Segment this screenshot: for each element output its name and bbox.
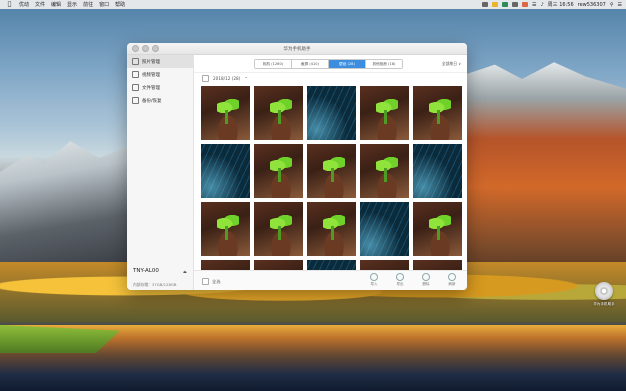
- date-group-checkbox[interactable]: [202, 75, 209, 82]
- sidebar-item-label: 照片管理: [142, 59, 160, 65]
- select-all-checkbox[interactable]: [202, 278, 209, 285]
- photo-thumbnail[interactable]: [254, 144, 303, 198]
- menu-item-file[interactable]: 文件: [35, 1, 45, 8]
- tray-notify-icon[interactable]: [521, 2, 528, 7]
- tray-sync-icon[interactable]: [491, 2, 498, 7]
- photo-thumbnail[interactable]: [254, 86, 303, 140]
- video-icon: [132, 71, 139, 78]
- tray-app-icon[interactable]: [481, 2, 488, 7]
- desktop-app-icon[interactable]: 华为手机助手: [592, 282, 616, 307]
- photo-thumbnail[interactable]: [307, 202, 356, 256]
- sidebar-item-label: 视频管理: [142, 72, 160, 78]
- date-group-header: 2018/12 (28) ⌃: [202, 75, 248, 82]
- refresh-icon: [448, 273, 456, 281]
- album-tabs: 相机 (1260) 截屏 (410) 壁纸 (28) 其他相册 (18): [254, 59, 403, 69]
- import-icon: [370, 273, 378, 281]
- menu-app-name[interactable]: 优动: [19, 1, 29, 8]
- menu-item-help[interactable]: 帮助: [115, 1, 125, 8]
- photo-thumbnail[interactable]: [201, 144, 250, 198]
- wifi-icon[interactable]: ☰: [532, 2, 536, 8]
- select-all[interactable]: 全选: [202, 278, 220, 285]
- mountain-right: [466, 62, 626, 295]
- chevron-up-icon[interactable]: ⌃: [244, 76, 248, 81]
- backup-icon: [132, 97, 139, 104]
- tray-phone-icon[interactable]: [501, 2, 508, 7]
- photo-thumbnail[interactable]: [201, 202, 250, 256]
- storage-value: 37GB/128GB: [151, 282, 177, 287]
- tab-wallpapers[interactable]: 壁纸 (28): [329, 60, 366, 68]
- photo-thumbnail[interactable]: [201, 86, 250, 140]
- delete-label: 删除: [422, 282, 430, 286]
- storage-info: 内部存储：37GB/128GB: [133, 282, 176, 288]
- search-icon[interactable]: ⚲: [610, 2, 614, 8]
- eject-icon[interactable]: ⏏: [183, 269, 187, 274]
- photo-thumbnail[interactable]: [413, 144, 462, 198]
- user-name[interactable]: rew536307: [578, 2, 606, 8]
- device-name[interactable]: TNY-AL00: [133, 268, 159, 274]
- menu-item-window[interactable]: 窗口: [99, 1, 109, 8]
- photo-grid: [201, 86, 462, 290]
- delete-icon: [422, 273, 430, 281]
- menu-bar:  优动 文件 编辑 显示 前往 窗口 帮助 ☰ ♪ 周三 16:56 rew5…: [0, 0, 626, 9]
- menu-item-view[interactable]: 显示: [67, 1, 77, 8]
- window-title: 华为手机助手: [283, 46, 311, 52]
- tab-screenshots[interactable]: 截屏 (410): [292, 60, 329, 68]
- import-button[interactable]: 导入: [365, 273, 383, 287]
- tab-other-albums[interactable]: 其他相册 (18): [366, 60, 402, 68]
- refresh-label: 刷新: [448, 282, 456, 286]
- tabs-row: 相机 (1260) 截屏 (410) 壁纸 (28) 其他相册 (18) 全部按…: [194, 55, 467, 73]
- select-all-label: 全选: [212, 278, 221, 284]
- menu-item-edit[interactable]: 编辑: [51, 1, 61, 8]
- sidebar-item-videos[interactable]: 视频管理: [127, 68, 193, 81]
- clock-text[interactable]: 周三 16:56: [548, 1, 574, 8]
- photo-thumbnail[interactable]: [307, 86, 356, 140]
- bottom-toolbar: 全选 导入 导出 删除 刷新: [194, 270, 467, 290]
- folder-icon: [132, 84, 139, 91]
- delete-button[interactable]: 删除: [417, 273, 435, 287]
- sidebar-item-files[interactable]: 文件管理: [127, 81, 193, 94]
- photo-thumbnail[interactable]: [360, 202, 409, 256]
- tray-clipboard-icon[interactable]: [511, 2, 518, 7]
- desktop-icon-label: 华为手机助手: [593, 302, 615, 306]
- export-button[interactable]: 导出: [391, 273, 409, 287]
- apple-icon[interactable]: : [6, 1, 13, 8]
- export-label: 导出: [396, 282, 404, 286]
- photo-icon: [132, 58, 139, 65]
- sidebar-item-photos[interactable]: 照片管理: [127, 55, 193, 68]
- sidebar: 照片管理 视频管理 文件管理 备份/恢复 TNY-AL00 ⏏ 内部存储：37G…: [127, 55, 194, 290]
- menu-item-go[interactable]: 前往: [83, 1, 93, 8]
- action-buttons: 导入 导出 删除 刷新: [365, 273, 461, 287]
- volume-icon[interactable]: ♪: [540, 2, 543, 8]
- sidebar-item-backup[interactable]: 备份/恢复: [127, 94, 193, 107]
- sort-dropdown[interactable]: 全部按日 ∨: [442, 61, 461, 67]
- list-icon[interactable]: ☰: [618, 2, 622, 8]
- main-panel: 相机 (1260) 截屏 (410) 壁纸 (28) 其他相册 (18) 全部按…: [194, 55, 467, 290]
- export-icon: [396, 273, 404, 281]
- storage-label: 内部存储：: [133, 282, 152, 287]
- sidebar-item-label: 备份/恢复: [142, 98, 162, 104]
- photo-thumbnail[interactable]: [360, 144, 409, 198]
- title-bar: 华为手机助手: [127, 43, 467, 55]
- photo-thumbnail[interactable]: [307, 144, 356, 198]
- photo-thumbnail[interactable]: [254, 202, 303, 256]
- sidebar-item-label: 文件管理: [142, 85, 160, 91]
- photo-thumbnail[interactable]: [360, 86, 409, 140]
- refresh-button[interactable]: 刷新: [443, 273, 461, 287]
- app-window: 华为手机助手 照片管理 视频管理 文件管理 备份/恢复 TNY-AL00 ⏏ 内…: [127, 43, 467, 290]
- photo-thumbnail[interactable]: [413, 202, 462, 256]
- tab-camera[interactable]: 相机 (1260): [255, 60, 292, 68]
- import-label: 导入: [370, 282, 378, 286]
- date-group-label: 2018/12 (28): [213, 76, 241, 81]
- photo-thumbnail[interactable]: [413, 86, 462, 140]
- disc-icon: [595, 282, 613, 300]
